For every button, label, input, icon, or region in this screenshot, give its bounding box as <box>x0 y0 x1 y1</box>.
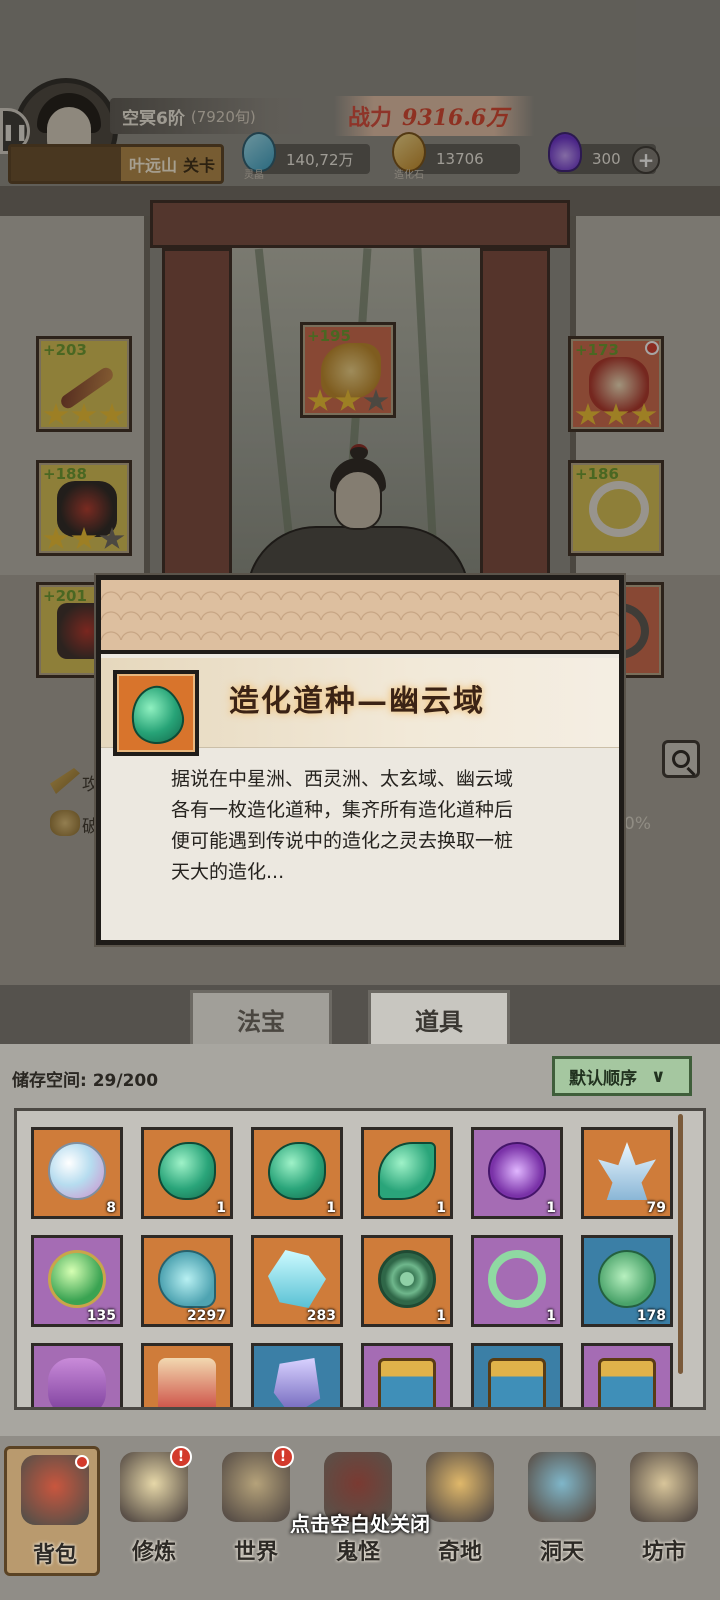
nav-label: 世界 <box>233 1539 278 1565</box>
inventory-slot[interactable]: 1 <box>251 1127 343 1219</box>
popup-item-title: 造化道种—幽云域 <box>229 684 485 719</box>
alert-badge: ! <box>272 1446 294 1468</box>
jade-seed-icon <box>158 1142 216 1200</box>
nav-label: 背包 <box>32 1542 77 1568</box>
jade-disc-icon <box>378 1250 436 1308</box>
inventory-slot[interactable]: 8 <box>31 1127 123 1219</box>
inventory-slot[interactable] <box>361 1343 453 1407</box>
alert-dot <box>75 1455 89 1469</box>
inventory-slot[interactable]: 1 <box>361 1235 453 1327</box>
inventory-slot[interactable] <box>251 1343 343 1407</box>
tab-label: 法宝 <box>237 1008 285 1036</box>
nav-label: 坊市 <box>641 1539 686 1565</box>
nav-label: 鬼怪 <box>335 1539 380 1565</box>
inventory-slot[interactable]: 135 <box>31 1235 123 1327</box>
water-wave-icon <box>158 1250 216 1308</box>
tab-items[interactable]: 道具 <box>368 990 510 1046</box>
inventory-slot[interactable] <box>471 1343 563 1407</box>
item-count: 79 <box>646 1200 666 1216</box>
thunder-orb-icon <box>48 1250 106 1308</box>
inventory-slot[interactable]: 283 <box>251 1235 343 1327</box>
item-count: 1 <box>436 1200 446 1216</box>
sort-label: 默认顺序 <box>569 1068 637 1089</box>
item-count: 1 <box>216 1200 226 1216</box>
inventory-slot[interactable]: 1 <box>141 1127 233 1219</box>
inventory-scrollbar[interactable] <box>678 1114 683 1374</box>
ice-shard-icon <box>268 1250 326 1308</box>
item-count: 2297 <box>187 1308 226 1324</box>
popup-header-pattern <box>101 580 619 654</box>
ice-crystal-icon <box>598 1142 656 1200</box>
item-count: 283 <box>306 1308 336 1324</box>
purple-flower-icon <box>488 1142 546 1200</box>
jade-leaf-icon <box>268 1142 326 1200</box>
nav-label: 奇地 <box>437 1539 482 1565</box>
crystal-shard-icon <box>273 1358 321 1407</box>
treasure-chest-icon <box>378 1358 436 1407</box>
item-count: 1 <box>546 1200 556 1216</box>
nav-label: 修炼 <box>131 1539 176 1565</box>
inventory-slot[interactable]: 79 <box>581 1127 673 1219</box>
talisman-scroll-icon <box>158 1358 216 1407</box>
jade-ring-icon <box>488 1250 546 1308</box>
item-count: 178 <box>636 1308 666 1324</box>
inventory-slot[interactable] <box>581 1343 673 1407</box>
inventory-slot[interactable]: 2297 <box>141 1235 233 1327</box>
jade-swirl-icon <box>378 1142 436 1200</box>
jade-seed-icon <box>125 681 189 749</box>
tap-to-close-hint: 点击空白处关闭 <box>290 1512 430 1536</box>
treasure-chest-icon <box>598 1358 656 1407</box>
item-count: 1 <box>326 1200 336 1216</box>
popup-title-band: 造化道种—幽云域 <box>101 658 619 756</box>
green-snail-icon <box>598 1250 656 1308</box>
inventory-slot[interactable]: 1 <box>471 1127 563 1219</box>
purple-cloth-icon <box>48 1358 106 1407</box>
storage-capacity: 储存空间: 29/200 <box>12 1071 159 1091</box>
nav-label: 洞天 <box>539 1539 584 1565</box>
item-count: 135 <box>86 1308 116 1324</box>
popup-item-description: 据说在中星洲、西灵洲、太玄域、幽云域各有一枚造化道种，集齐所有造化道种后便可能遇… <box>171 768 514 883</box>
pearl-orb-icon <box>48 1142 106 1200</box>
inventory-slot[interactable] <box>141 1343 233 1407</box>
popup-item-frame <box>113 670 199 756</box>
inventory-slot[interactable] <box>31 1343 123 1407</box>
inventory-slot[interactable]: 178 <box>581 1235 673 1327</box>
item-count: 1 <box>436 1308 446 1324</box>
treasure-chest-icon <box>488 1358 546 1407</box>
tab-magic-treasure[interactable]: 法宝 <box>190 990 332 1046</box>
sort-dropdown[interactable]: 默认顺序 ∨ <box>552 1056 692 1096</box>
item-detail-popup: 造化道种—幽云域 据说在中星洲、西灵洲、太玄域、幽云域各有一枚造化道种，集齐所有… <box>96 575 624 945</box>
inventory-slot[interactable]: 1 <box>471 1235 563 1327</box>
inventory-slot[interactable]: 1 <box>361 1127 453 1219</box>
tab-label: 道具 <box>415 1008 463 1036</box>
chevron-down-icon: ∨ <box>651 1065 666 1087</box>
inventory-grid: 8 1 1 1 1 79 135 2297 283 1 1 178 <box>14 1108 706 1410</box>
item-count: 8 <box>106 1200 116 1216</box>
item-count: 1 <box>546 1308 556 1324</box>
alert-badge: ! <box>170 1446 192 1468</box>
